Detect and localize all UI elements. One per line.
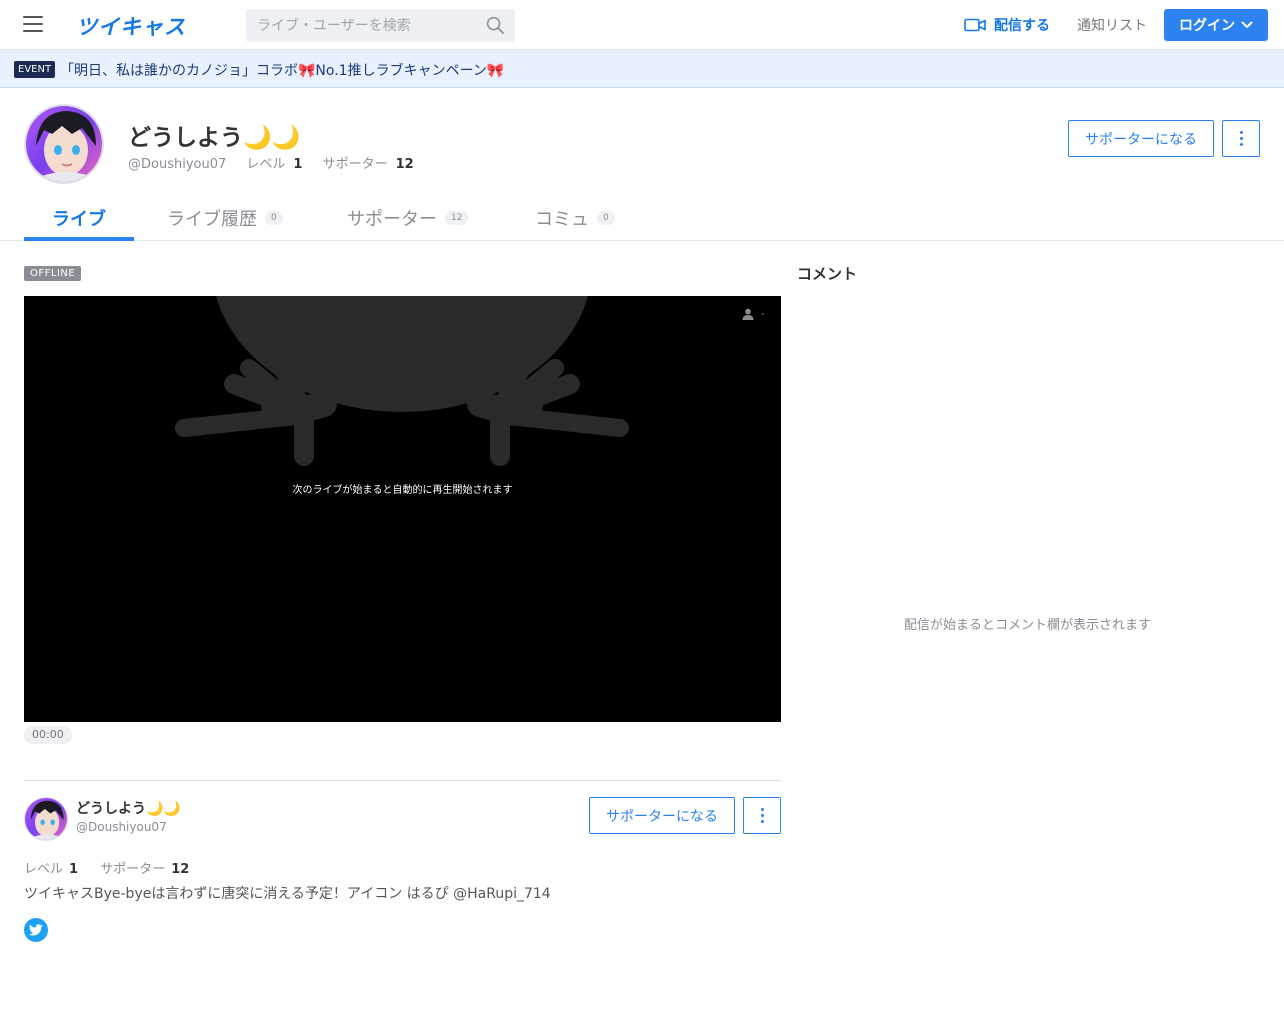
viewer-count-value: - [761,308,765,320]
twitter-link[interactable] [24,918,48,942]
login-button[interactable]: ログイン [1164,9,1268,41]
tab-supporters-label: サポーター [347,209,437,230]
active-tab-indicator [24,237,134,241]
tab-community[interactable]: コミュ 0 [535,205,615,231]
tab-live-history[interactable]: ライブ履歴 0 [167,205,283,231]
user-avatar[interactable] [24,104,104,184]
twitter-bird-icon [29,924,43,936]
user-name-small: どうしよう🌙🌙 [76,801,181,817]
menu-icon[interactable] [23,16,43,32]
profile-tabs: ライブ ライブ履歴 0 サポーター 12 コミュ 0 [0,195,1284,241]
tab-live-history-count: 0 [265,211,283,225]
event-badge: EVENT [14,61,56,78]
more-vertical-icon [1239,131,1243,146]
tab-live-history-label: ライブ履歴 [167,209,257,230]
viewer-count: - [742,308,765,320]
tab-supporters-count: 12 [445,211,469,225]
comments-empty-message: 配信が始まるとコメント欄が表示されます [903,618,1151,633]
notification-list-link[interactable]: 通知リスト [1077,15,1147,35]
supporter-value-small: 12 [171,862,190,877]
play-time: 00:00 [24,726,72,744]
broadcast-button[interactable]: 配信する [964,15,1050,35]
user-meta-small: レベル 1 サポーター 12 [24,858,189,877]
level-value: 1 [293,157,303,172]
user-meta: @Doushiyou07 レベル 1 サポーター 12 [128,153,414,172]
person-icon [742,308,754,320]
level-label-small: レベル [24,862,64,877]
level-value-small: 1 [69,862,79,877]
comments-title: コメント [797,265,858,283]
site-logo[interactable]: ツイキャス [76,11,186,41]
video-player[interactable]: - 次のライブが始まると自動的に再生開始されます [24,296,781,722]
supporter-value: 12 [395,157,414,172]
user-name: どうしよう🌙🌙 [128,125,301,151]
become-supporter-button-lower[interactable]: サポーターになる [589,797,735,834]
event-banner[interactable]: EVENT 「明日、私は誰かのカノジョ」コラボ🎀No.1推しラブキャンペーン🎀 [0,50,1284,88]
avatar-image [26,106,102,182]
supporter-label: サポーター [322,157,388,172]
tab-community-label: コミュ [535,209,589,230]
offline-badge: OFFLINE [24,266,82,281]
tab-live[interactable]: ライブ [52,205,106,231]
user-bio: ツイキャスBye-byeは言わずに唐突に消える予定！アイコン はるぴ @HaRu… [24,886,551,902]
login-label: ログイン [1179,17,1235,33]
more-options-button-lower[interactable] [743,797,781,834]
user-handle: @Doushiyou07 [128,157,227,172]
search-icon[interactable] [486,16,505,35]
level-label: レベル [246,157,286,172]
more-vertical-icon [760,808,764,823]
top-header: ツイキャス 配信する 通知リスト ログイン [0,0,1284,50]
player-message: 次のライブが始まると自動的に再生開始されます [292,485,513,496]
chevron-down-icon [1241,21,1253,28]
broadcast-label: 配信する [994,18,1050,34]
become-supporter-button[interactable]: サポーターになる [1068,120,1214,157]
offline-mascot-graphic [175,296,629,466]
search-input[interactable] [246,9,515,42]
tab-supporters[interactable]: サポーター 12 [347,205,469,231]
event-link[interactable]: 「明日、私は誰かのカノジョ」コラボ🎀No.1推しラブキャンペーン🎀 [60,60,504,80]
tab-community-count: 0 [597,211,615,225]
user-handle-small: @Doushiyou07 [76,820,167,834]
supporter-label-small: サポーター [100,862,166,877]
avatar-image-small [25,798,67,840]
video-camera-icon [964,18,986,32]
more-options-button[interactable] [1222,120,1260,157]
section-divider [24,780,781,781]
tab-live-label: ライブ [52,209,106,230]
user-avatar-small[interactable] [24,797,68,841]
